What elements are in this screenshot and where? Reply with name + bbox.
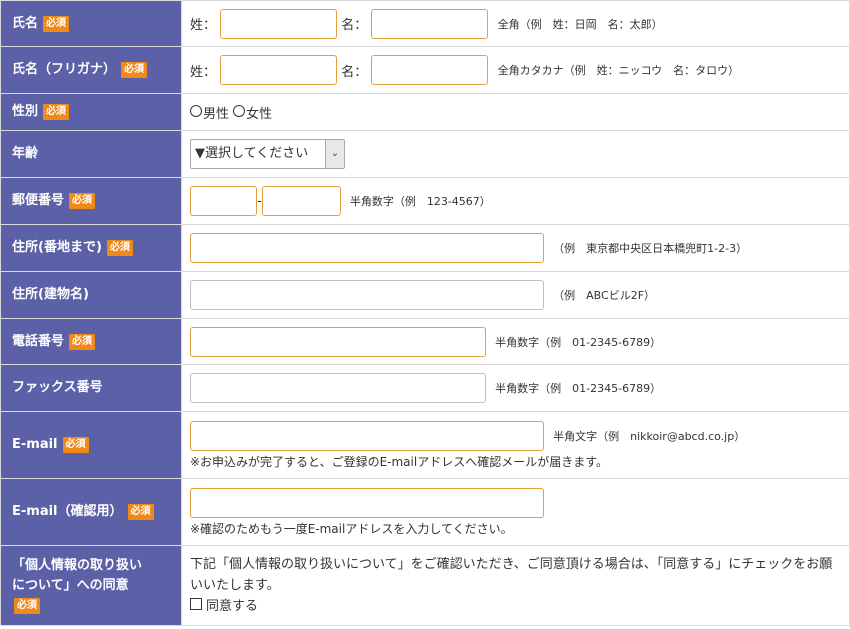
row-kana: 氏名（フリガナ） 必須 姓： 名： 全角カタカナ（例 姓：ニッコウ 名：タロウ） <box>0 46 850 94</box>
address1-input[interactable] <box>190 233 544 263</box>
label-text: E-mail（確認用） <box>12 504 123 519</box>
gender-male-option[interactable]: 男性 <box>190 104 230 122</box>
required-badge: 必須 <box>69 333 96 350</box>
field-age: ▼選択してください ⌄ <box>181 130 850 178</box>
field-name: 姓： 名： 全角（例 姓：日岡 名：太郎） <box>181 0 850 47</box>
phone-input[interactable] <box>190 326 486 357</box>
radio-male[interactable] <box>190 104 202 117</box>
name-mei-input[interactable] <box>371 8 489 39</box>
label-text: 郵便番号 <box>12 193 65 208</box>
kana-sei-input[interactable] <box>220 55 338 85</box>
address2-input[interactable] <box>190 280 544 310</box>
label-email-confirm: E-mail（確認用） 必須 <box>0 478 182 546</box>
name-sei-input[interactable] <box>220 8 338 39</box>
row-name: 氏名 必須 姓： 名： 全角（例 姓：日岡 名：太郎） <box>0 0 850 47</box>
row-age: 年齢 ▼選択してください ⌄ <box>0 130 850 178</box>
required-badge: 必須 <box>14 597 40 614</box>
field-phone: 半角数字（例 01-2345-6789） <box>181 318 850 365</box>
row-gender: 性別 必須 男性 女性 <box>0 93 850 131</box>
label-text: 氏名 <box>12 15 39 31</box>
zip-separator: - <box>257 193 262 209</box>
required-badge: 必須 <box>127 504 154 520</box>
field-zip: - 半角数字（例 123-4567） <box>181 177 850 225</box>
email-hint: 半角文字（例 nikkoir@abcd.co.jp） <box>553 429 746 443</box>
chevron-down-icon[interactable]: ⌄ <box>325 140 344 168</box>
age-select-value: ▼選択してください <box>195 146 309 161</box>
label-text: 電話番号 <box>12 333 65 349</box>
female-label: 女性 <box>246 106 273 122</box>
row-address2: 住所(建物名) （例 ABCビル2F） <box>0 271 850 319</box>
required-badge: 必須 <box>106 240 133 256</box>
label-text: 性別 <box>12 104 39 119</box>
required-badge: 必須 <box>43 15 70 32</box>
radio-female[interactable] <box>233 104 246 117</box>
name-hint: 全角（例 姓：日岡 名：太郎） <box>497 17 663 31</box>
email-confirm-input[interactable] <box>190 487 544 518</box>
field-fax: 半角数字（例 01-2345-6789） <box>181 364 850 412</box>
label-phone: 電話番号 必須 <box>0 318 182 365</box>
row-fax: ファックス番号 半角数字（例 01-2345-6789） <box>0 364 850 412</box>
agree-checkbox[interactable] <box>190 598 202 610</box>
row-email: E-mail 必須 半角文字（例 nikkoir@abcd.co.jp） ※お申込… <box>0 411 850 479</box>
agree-checkbox-option[interactable]: 同意する <box>190 596 849 617</box>
application-form: 氏名 必須 姓： 名： 全角（例 姓：日岡 名：太郎） 氏名（フリガナ） 必須 姓：… <box>0 0 850 626</box>
label-address2: 住所(建物名) <box>0 271 182 319</box>
label-email: E-mail 必須 <box>0 411 182 479</box>
email-note: ※お申込みが完了すると、ご登録のE-mailアドレスへ確認メールが届きます。 <box>190 454 609 469</box>
agree-label: 同意する <box>206 599 259 614</box>
label-text: 住所(番地まで) <box>12 240 102 255</box>
fax-input[interactable] <box>190 373 486 403</box>
field-privacy: 下記「個人情報の取り扱いについて」をご確認いただき、ご同意頂ける場合は、「同意す… <box>181 545 850 626</box>
label-text: ファックス番号 <box>12 380 103 395</box>
privacy-text: 下記「個人情報の取り扱いについて」をご確認いただき、ご同意頂ける場合は、「同意す… <box>190 557 833 593</box>
address2-hint: （例 ABCビル2F） <box>553 289 656 302</box>
gender-female-option[interactable]: 女性 <box>233 104 273 122</box>
phone-hint: 半角数字（例 01-2345-6789） <box>495 335 662 349</box>
label-text: 氏名（フリガナ） <box>12 62 117 77</box>
row-address1: 住所(番地まで) 必須 （例 東京都中央区日本橋兜町1-2-3） <box>0 224 850 272</box>
label-gender: 性別 必須 <box>0 93 182 131</box>
sei-label: 姓： <box>190 18 217 33</box>
field-address1: （例 東京都中央区日本橋兜町1-2-3） <box>181 224 850 272</box>
label-fax: ファックス番号 <box>0 364 182 412</box>
label-kana: 氏名（フリガナ） 必須 <box>0 46 182 94</box>
label-text-line2: について」への同意 <box>12 577 129 593</box>
required-badge: 必須 <box>121 62 148 78</box>
label-address1: 住所(番地まで) 必須 <box>0 224 182 272</box>
email-input[interactable] <box>190 420 544 451</box>
address1-hint: （例 東京都中央区日本橋兜町1-2-3） <box>553 242 748 255</box>
fax-hint: 半角数字（例 01-2345-6789） <box>495 382 662 395</box>
field-email: 半角文字（例 nikkoir@abcd.co.jp） ※お申込みが完了すると、ご… <box>181 411 850 479</box>
kana-mei-input[interactable] <box>371 55 489 85</box>
zip-second-input[interactable] <box>261 186 341 216</box>
zip-hint: 半角数字（例 123-4567） <box>349 195 491 208</box>
field-gender: 男性 女性 <box>181 93 850 131</box>
label-text: E-mail <box>12 437 58 452</box>
label-zip: 郵便番号 必須 <box>0 177 182 225</box>
mei-label: 名： <box>341 18 368 33</box>
age-select[interactable]: ▼選択してください ⌄ <box>190 139 345 169</box>
email-confirm-note: ※確認のためもう一度E-mailアドレスを入力してください。 <box>190 521 513 536</box>
label-age: 年齢 <box>0 130 182 178</box>
row-phone: 電話番号 必須 半角数字（例 01-2345-6789） <box>0 318 850 365</box>
field-address2: （例 ABCビル2F） <box>181 271 850 319</box>
required-badge: 必須 <box>69 193 96 209</box>
zip-first-input[interactable] <box>190 186 257 216</box>
row-email-confirm: E-mail（確認用） 必須 ※確認のためもう一度E-mailアドレスを入力してく… <box>0 478 850 546</box>
label-name: 氏名 必須 <box>0 0 182 47</box>
sei-label: 姓： <box>190 64 217 80</box>
label-text: 年齢 <box>12 146 39 161</box>
label-text-line1: 「個人情報の取り扱い <box>12 557 143 573</box>
kana-hint: 全角カタカナ（例 姓：ニッコウ 名：タロウ） <box>497 64 740 77</box>
label-text: 住所(建物名) <box>12 287 89 302</box>
row-privacy: 「個人情報の取り扱い について」への同意 必須 下記「個人情報の取り扱いについて… <box>0 545 850 626</box>
required-badge: 必須 <box>62 437 89 453</box>
male-label: 男性 <box>203 106 230 122</box>
field-email-confirm: ※確認のためもう一度E-mailアドレスを入力してください。 <box>181 478 850 546</box>
mei-label: 名： <box>341 64 368 80</box>
label-privacy: 「個人情報の取り扱い について」への同意 必須 <box>0 545 182 626</box>
required-badge: 必須 <box>43 104 70 120</box>
field-kana: 姓： 名： 全角カタカナ（例 姓：ニッコウ 名：タロウ） <box>181 46 850 94</box>
row-zip: 郵便番号 必須 - 半角数字（例 123-4567） <box>0 177 850 225</box>
